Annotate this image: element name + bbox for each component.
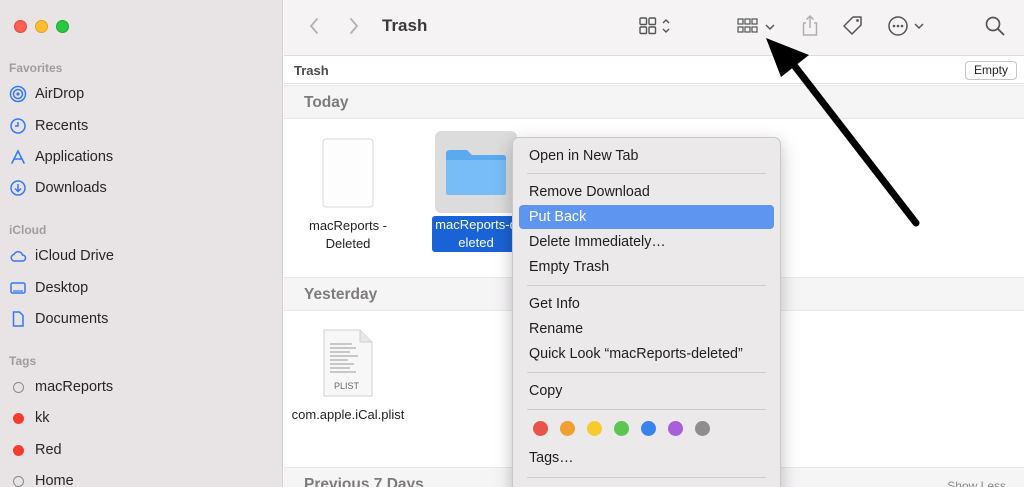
tags-section-title: Tags <box>9 354 37 368</box>
file-name: com.apple.iCal.plist <box>291 407 405 422</box>
action-menu-button[interactable] <box>886 14 930 40</box>
show-less-button[interactable]: Show Less <box>947 479 1006 487</box>
menu-item-put-back[interactable]: Put Back <box>519 205 774 229</box>
plist-badge: PLIST <box>334 381 360 391</box>
sidebar-tag-kk[interactable]: kk <box>9 405 50 431</box>
sidebar-item-label: Red <box>35 442 62 458</box>
group-title: Today <box>304 94 349 111</box>
window-controls <box>14 20 69 33</box>
menu-item-delete-immediately[interactable]: Delete Immediately… <box>519 230 774 254</box>
sidebar-item-airdrop[interactable]: AirDrop <box>9 81 84 107</box>
sidebar-item-label: Desktop <box>35 280 89 296</box>
sidebar-item-label: iCloud Drive <box>35 248 114 264</box>
menu-separator <box>527 477 766 478</box>
tag-red-dot-icon <box>9 409 27 427</box>
sidebar-item-icloud-drive[interactable]: iCloud Drive <box>9 243 114 269</box>
tag-color-gray[interactable] <box>695 421 710 436</box>
tag-circle-icon <box>9 378 27 396</box>
share-button[interactable] <box>798 14 822 40</box>
menu-item-rename[interactable]: Rename <box>519 317 774 341</box>
search-button[interactable] <box>982 14 1008 40</box>
file-item-doc[interactable]: macReports - Deleted <box>288 137 408 253</box>
zoom-window-button[interactable] <box>56 20 69 33</box>
tag-red-dot-icon <box>9 441 27 459</box>
tag-color-orange[interactable] <box>560 421 575 436</box>
document-icon <box>9 310 27 328</box>
icon-grid-icon <box>638 16 674 39</box>
menu-separator <box>527 285 766 286</box>
cloud-icon <box>9 247 27 265</box>
chevron-left-icon <box>308 17 320 38</box>
menu-item-quick-look[interactable]: Quick Look “macReports-deleted” <box>519 342 774 366</box>
menu-item-empty-trash[interactable]: Empty Trash <box>519 255 774 279</box>
file-name: macReports - Deleted <box>308 218 388 251</box>
empty-trash-button[interactable]: Empty <box>964 61 1017 80</box>
tag-color-purple[interactable] <box>668 421 683 436</box>
sidebar-item-label: kk <box>35 410 50 426</box>
minimize-window-button[interactable] <box>35 20 48 33</box>
view-mode-button[interactable] <box>636 14 676 40</box>
clock-icon <box>9 117 27 135</box>
sidebar-item-documents[interactable]: Documents <box>9 306 108 332</box>
tag-icon <box>841 14 865 41</box>
tag-color-yellow[interactable] <box>587 421 602 436</box>
sidebar-item-label: Home <box>35 473 74 487</box>
tag-color-red[interactable] <box>533 421 548 436</box>
group-header-today: Today <box>284 85 1024 119</box>
group-grid-icon <box>735 16 779 39</box>
file-item-plist[interactable]: PLIST com.apple.iCal.plist <box>288 328 408 424</box>
menu-separator <box>527 409 766 410</box>
sidebar-item-label: Applications <box>35 149 114 165</box>
menu-item-tags[interactable]: Tags… <box>519 446 774 470</box>
blank-document-icon <box>288 137 408 209</box>
menu-item-open-in-new-tab[interactable]: Open in New Tab <box>519 144 774 168</box>
sidebar-tag-home[interactable]: Home <box>9 468 74 487</box>
menu-item-copy[interactable]: Copy <box>519 379 774 403</box>
applications-icon <box>9 148 27 166</box>
tag-color-green[interactable] <box>614 421 629 436</box>
group-by-button[interactable] <box>734 14 780 40</box>
sidebar-item-label: macReports <box>35 379 114 395</box>
window-title: Trash <box>382 16 428 35</box>
menu-separator <box>527 372 766 373</box>
tag-button[interactable] <box>840 14 866 40</box>
tag-color-picker <box>533 421 710 436</box>
icloud-section-title: iCloud <box>9 223 47 237</box>
forward-button[interactable] <box>342 14 366 40</box>
share-icon <box>800 14 820 41</box>
sidebar-tag-red[interactable]: Red <box>9 437 62 463</box>
sidebar-item-label: AirDrop <box>35 86 85 102</box>
sidebar-item-applications[interactable]: Applications <box>9 144 113 170</box>
plist-file-icon: PLIST <box>288 328 408 398</box>
airdrop-icon <box>9 85 27 103</box>
sidebar-item-label: Documents <box>35 311 109 327</box>
context-menu: Open in New Tab Remove Download Put Back… <box>512 137 781 487</box>
sidebar: Favorites AirDrop Recents Applications D… <box>0 0 283 487</box>
close-window-button[interactable] <box>14 20 27 33</box>
tag-color-blue[interactable] <box>641 421 656 436</box>
tag-circle-icon <box>9 472 27 487</box>
toolbar: Trash <box>284 0 1024 56</box>
sidebar-item-label: Recents <box>35 118 89 134</box>
menu-separator <box>527 173 766 174</box>
sidebar-item-downloads[interactable]: Downloads <box>9 175 107 201</box>
group-title: Yesterday <box>304 286 378 303</box>
path-bar-label: Trash <box>294 63 329 78</box>
sidebar-tag-macreports[interactable]: macReports <box>9 374 113 400</box>
back-button[interactable] <box>302 14 326 40</box>
chevron-right-icon <box>348 17 360 38</box>
menu-item-remove-download[interactable]: Remove Download <box>519 180 774 204</box>
download-icon <box>9 179 27 197</box>
sidebar-item-recents[interactable]: Recents <box>9 113 88 139</box>
sidebar-item-label: Downloads <box>35 180 107 196</box>
menu-item-get-info[interactable]: Get Info <box>519 292 774 316</box>
desktop-icon <box>9 279 27 297</box>
group-title: Previous 7 Days <box>304 476 424 487</box>
sidebar-item-desktop[interactable]: Desktop <box>9 275 88 301</box>
path-bar: Trash Empty <box>284 57 1024 84</box>
search-icon <box>984 15 1006 40</box>
favorites-section-title: Favorites <box>9 61 63 75</box>
ellipsis-circle-icon <box>887 15 929 40</box>
